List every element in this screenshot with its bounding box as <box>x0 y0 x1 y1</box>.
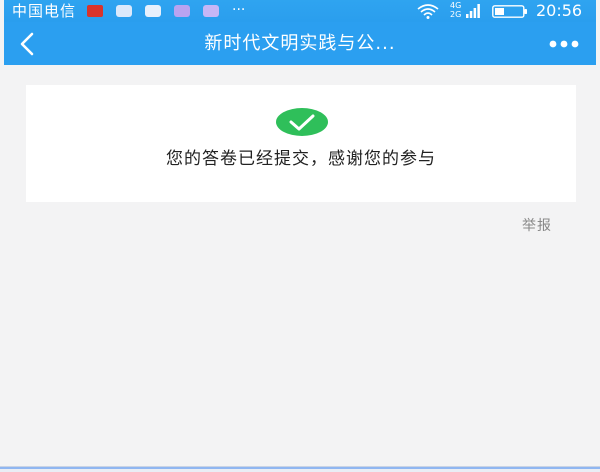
submission-success-message: 您的答卷已经提交，感谢您的参与 <box>166 149 436 169</box>
window-bottom-accent <box>0 467 600 469</box>
message-notification-icon <box>203 5 219 17</box>
battery-icon <box>492 5 527 18</box>
submission-result-card: 您的答卷已经提交，感谢您的参与 <box>26 85 576 202</box>
app-notification-icon <box>174 5 190 17</box>
nav-bar: 新时代文明实践与公... <box>4 22 596 65</box>
check-icon <box>276 108 328 136</box>
carrier-name: 中国电信 <box>12 2 77 20</box>
red-app-notification-icon <box>87 5 103 17</box>
chevron-left-icon[interactable] <box>12 28 44 60</box>
status-time: 20:56 <box>536 1 583 20</box>
wifi-icon <box>417 4 439 19</box>
more-notifications-icon: ··· <box>232 2 246 18</box>
mail-notification-icon <box>116 5 132 17</box>
phone-screen: 中国电信 ··· 4G 2G 20:56 新时代文明实践与公... 您的答卷已经… <box>4 0 596 466</box>
more-horizontal-icon[interactable] <box>544 34 584 54</box>
play-notification-icon <box>145 5 161 17</box>
report-link[interactable]: 举报 <box>522 216 552 236</box>
page-title: 新时代文明实践与公... <box>204 33 396 54</box>
signal-strength-icon <box>466 4 480 18</box>
network-type-label: 4G 2G <box>450 1 462 19</box>
status-bar: 中国电信 ··· 4G 2G 20:56 <box>4 0 596 22</box>
